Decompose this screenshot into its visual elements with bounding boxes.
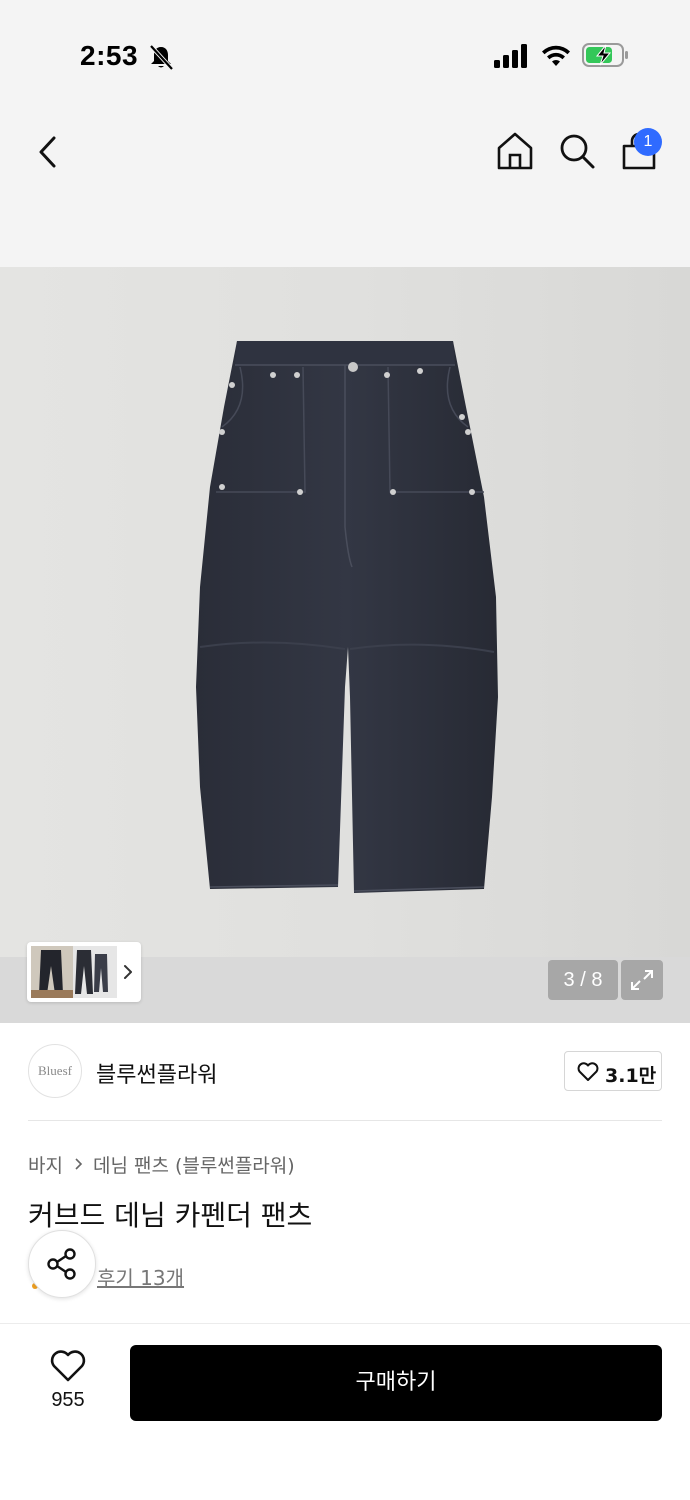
breadcrumb-subcategory[interactable]: 데님 팬츠 (블루썬플라워) [93, 1151, 295, 1178]
share-button[interactable] [28, 1230, 96, 1298]
thumbnail-image [31, 946, 117, 998]
status-time: 2:53 [80, 40, 139, 71]
expand-icon [631, 970, 653, 990]
product-title: 커브드 데님 카펜더 팬츠 [28, 1199, 313, 1232]
breadcrumb-category[interactable]: 바지 [28, 1151, 63, 1178]
review-link[interactable]: 후기 13개 [97, 1262, 184, 1291]
product-image[interactable] [0, 267, 690, 957]
status-bar: 2:53 [0, 0, 690, 100]
bell-slash-icon [149, 44, 174, 71]
share-icon [47, 1248, 76, 1280]
image-page-counter: 3 / 8 [548, 960, 618, 1000]
gallery-thumbnail-card[interactable] [27, 942, 141, 1002]
heart-icon[interactable] [50, 1349, 86, 1383]
battery-charging-icon [582, 43, 628, 67]
product-photo-pants [196, 341, 498, 893]
chevron-right-icon [124, 965, 132, 979]
product-like-count: 955 [51, 1389, 85, 1411]
cart-count-badge: 1 [634, 128, 662, 156]
brand-name[interactable]: 블루썬플라워 [96, 1057, 217, 1089]
expand-button[interactable] [621, 960, 663, 1000]
chevron-right-icon [75, 1158, 83, 1170]
wifi-icon [542, 45, 570, 66]
breadcrumb: 바지 데님 팬츠 (블루썬플라워) [28, 1150, 295, 1178]
back-chevron-icon[interactable] [30, 130, 70, 174]
divider [28, 1120, 662, 1121]
top-nav-bar [0, 100, 690, 267]
brand-like-count: 3.1만 [605, 1065, 657, 1087]
home-icon[interactable] [494, 130, 536, 172]
brand-like-button[interactable]: 3.1만 [564, 1051, 662, 1091]
heart-icon [577, 1062, 599, 1081]
search-icon[interactable] [556, 130, 598, 172]
cellular-signal-icon [494, 44, 527, 68]
brand-logo: Bluesf [28, 1044, 82, 1098]
buy-button[interactable]: 구매하기 [130, 1345, 662, 1421]
brand-row[interactable]: Bluesf 블루썬플라워 3.1만 [0, 1023, 690, 1120]
